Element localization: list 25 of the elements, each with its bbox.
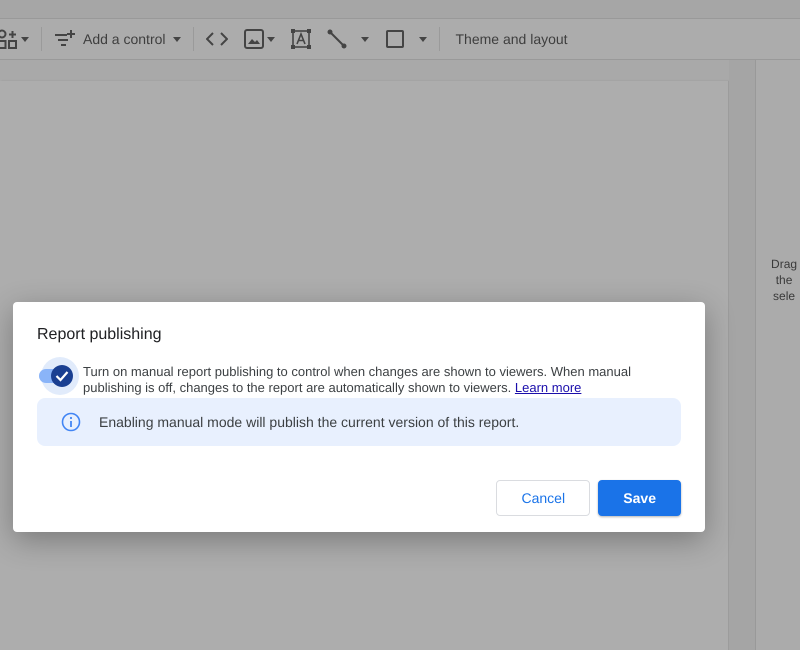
caret-icon <box>172 36 180 42</box>
code-icon <box>206 32 228 46</box>
side-panel-text: the <box>776 272 792 288</box>
dialog-title: Report publishing <box>37 326 163 344</box>
check-icon <box>55 370 69 382</box>
caret-icon <box>418 36 426 42</box>
info-text: Enabling manual mode will publish the current version of this report. <box>99 414 520 430</box>
info-icon <box>61 412 81 432</box>
image-icon <box>244 29 264 49</box>
text-box-icon <box>290 29 310 49</box>
caret-icon <box>360 36 368 42</box>
save-button[interactable]: Save <box>598 480 681 516</box>
square-icon <box>384 29 404 49</box>
line-icon <box>326 29 346 49</box>
description-text: Turn on manual report publishing to control when changes are shown to viewers. When manual publishing is off, changes to the report are automatically shown to viewers. Learn more <box>83 364 632 396</box>
components-icon <box>0 28 18 50</box>
side-panel-text: sele <box>773 288 796 304</box>
theme-and-layout-button[interactable]: Theme and layout <box>452 29 572 49</box>
add-control-button[interactable]: Add a control <box>50 27 184 51</box>
cancel-button[interactable]: Cancel <box>496 480 590 516</box>
learn-more-link[interactable]: Learn more <box>514 380 582 395</box>
caret-icon <box>21 36 29 42</box>
side-panel-text: Drag <box>771 256 798 272</box>
caret-icon <box>266 36 274 42</box>
filter-icon <box>54 29 76 49</box>
